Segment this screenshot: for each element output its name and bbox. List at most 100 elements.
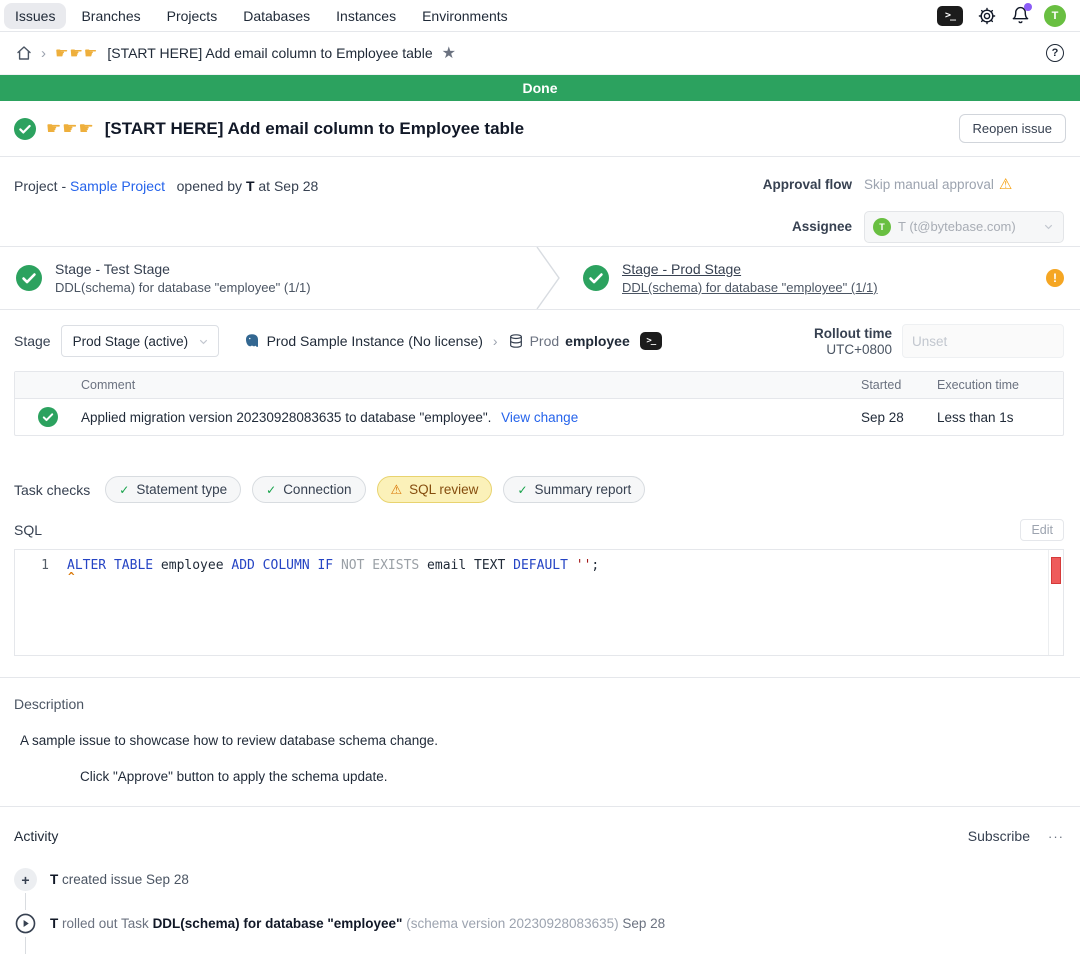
row-comment: Applied migration version 20230928083635… [81, 410, 491, 425]
stage-title: Stage - Prod Stage [622, 261, 878, 277]
stage-card-test[interactable]: Stage - Test Stage DDL(schema) for datab… [0, 247, 535, 309]
rollout-time-input[interactable] [902, 324, 1064, 358]
column-header-comment: Comment [81, 378, 861, 392]
bell-icon[interactable] [1011, 6, 1030, 25]
assignee-value: T (t@bytebase.com) [898, 219, 1035, 234]
project-label: Project [14, 178, 58, 194]
check-badge-connection[interactable]: ✓ Connection [252, 476, 365, 503]
nav-tab-environments[interactable]: Environments [411, 3, 519, 29]
rollout-time-field[interactable] [912, 334, 1080, 349]
feed-connector [25, 893, 26, 910]
chevron-right-icon: › [493, 333, 498, 349]
chevron-down-icon [197, 335, 210, 348]
stage-select-value: Prod Stage (active) [73, 334, 189, 349]
database-icon [508, 333, 524, 349]
postgresql-icon [243, 332, 261, 350]
database-link[interactable]: Prod employee [508, 333, 630, 349]
check-badge-summary-report[interactable]: ✓ Summary report [503, 476, 645, 503]
view-change-link[interactable]: View change [501, 410, 578, 425]
breadcrumb: › ☛☛☛ [START HERE] Add email column to E… [0, 32, 1080, 75]
task-checks: Task checks ✓ Statement type ✓ Connectio… [0, 436, 1080, 503]
help-icon[interactable]: ? [1046, 44, 1064, 62]
table-header: Comment Started Execution time [15, 372, 1063, 399]
opened-by-prefix: opened by [177, 178, 242, 194]
home-icon[interactable] [16, 45, 32, 61]
check-badge-statement-type[interactable]: ✓ Statement type [105, 476, 241, 503]
sql-edit-button[interactable]: Edit [1020, 519, 1064, 541]
nav-tab-branches[interactable]: Branches [70, 3, 151, 29]
stage-title: Stage - Test Stage [55, 261, 311, 277]
activity-user: T [50, 872, 58, 887]
nav-actions: >_ T [937, 5, 1066, 27]
project-link[interactable]: Sample Project [70, 178, 165, 194]
table-row: Applied migration version 20230928083635… [15, 399, 1063, 435]
nav-tab-projects[interactable]: Projects [156, 3, 229, 29]
pointing-hands-icon: ☛☛☛ [55, 44, 98, 62]
nav-tab-instances[interactable]: Instances [325, 3, 407, 29]
opened-by-suffix: at Sep 28 [258, 178, 318, 194]
reopen-issue-button[interactable]: Reopen issue [959, 114, 1067, 143]
instance-link[interactable]: Prod Sample Instance (No license) [243, 332, 483, 350]
sql-editor-terminal-icon[interactable]: >_ [937, 6, 963, 26]
breadcrumb-issue-title: [START HERE] Add email column to Employe… [107, 45, 432, 61]
assignee-avatar: T [873, 218, 891, 236]
nav-tab-databases[interactable]: Databases [232, 3, 321, 29]
rollout-time-label: Rollout time [814, 326, 892, 341]
favorite-star-icon[interactable]: ★ [442, 43, 456, 63]
stage-select[interactable]: Prod Stage (active) [61, 325, 219, 357]
check-badge-sql-review[interactable]: ⚠ SQL review [377, 476, 493, 503]
user-avatar[interactable]: T [1044, 5, 1066, 27]
sql-code: ALTER TABLE employee ADD COLUMN IF NOT E… [61, 550, 1048, 655]
task-checks-label: Task checks [14, 482, 90, 498]
stage-select-label: Stage [14, 333, 51, 349]
nav-tab-issues[interactable]: Issues [4, 3, 66, 29]
stage-done-icon [583, 265, 609, 291]
check-icon: ✓ [517, 483, 527, 497]
project-line: Project - Sample Project opened by T at … [14, 173, 318, 246]
activity-item-rolled-out: T rolled out Task DDL(schema) for databa… [14, 912, 1066, 935]
sql-editor: 1 ALTER TABLE employee ADD COLUMN IF NOT… [14, 549, 1064, 656]
feed-connector [25, 937, 26, 954]
warning-triangle-icon: ⚠ [391, 482, 403, 498]
stage-card-prod[interactable]: Stage - Prod Stage DDL(schema) for datab… [561, 247, 1046, 309]
stage-subtitle: DDL(schema) for database "employee" (1/1… [55, 280, 311, 295]
subscribe-button[interactable]: Subscribe [968, 828, 1030, 844]
stage-separator-chevron [535, 247, 561, 309]
approval-flow-label: Approval flow [763, 177, 852, 192]
activity-feed: + T created issue Sep 28 T rolled out Ta… [0, 844, 1080, 957]
description-text: A sample issue to showcase how to review… [20, 733, 1066, 748]
done-check-icon [14, 118, 36, 140]
issue-meta: Project - Sample Project opened by T at … [0, 157, 1080, 246]
attention-badge-icon: ! [1046, 269, 1064, 287]
check-icon: ✓ [266, 483, 276, 497]
row-success-icon [15, 407, 81, 427]
notification-dot [1024, 3, 1032, 11]
plus-icon: + [14, 868, 37, 891]
line-number: 1 [15, 550, 61, 655]
gear-icon[interactable] [977, 6, 997, 26]
column-header-execution-time: Execution time [937, 378, 1063, 392]
opened-by-user: T [246, 178, 255, 194]
lint-warning-marker [1051, 557, 1061, 584]
top-nav: Issues Branches Projects Databases Insta… [0, 0, 1080, 32]
stage-pipeline: Stage - Test Stage DDL(schema) for datab… [0, 246, 1080, 310]
database-name: employee [565, 333, 630, 349]
instance-name: Prod Sample Instance (No license) [267, 333, 483, 349]
issue-title: [START HERE] Add email column to Employe… [105, 119, 524, 139]
stage-toolbar: Stage Prod Stage (active) Prod Sample In… [0, 310, 1080, 358]
more-options-icon[interactable]: ··· [1048, 829, 1064, 844]
chevron-right-icon: › [41, 45, 46, 62]
warning-triangle-icon: ⚠ [999, 177, 1012, 192]
open-sql-editor-icon[interactable]: >_ [640, 332, 662, 350]
pointing-hands-icon: ☛☛☛ [46, 119, 95, 139]
assignee-select[interactable]: T T (t@bytebase.com) [864, 211, 1064, 243]
stage-done-icon [16, 265, 42, 291]
task-run-table: Comment Started Execution time Applied m… [14, 371, 1064, 436]
activity-label: Activity [14, 828, 58, 844]
status-banner: Done [0, 75, 1080, 101]
activity-item-created: + T created issue Sep 28 [14, 868, 1066, 891]
lint-caret-marker: ^ [68, 570, 75, 583]
approval-flow-value: Skip manual approval ⚠ [864, 177, 1064, 192]
editor-scrollbar[interactable] [1048, 550, 1063, 655]
row-execution-time: Less than 1s [937, 410, 1063, 425]
